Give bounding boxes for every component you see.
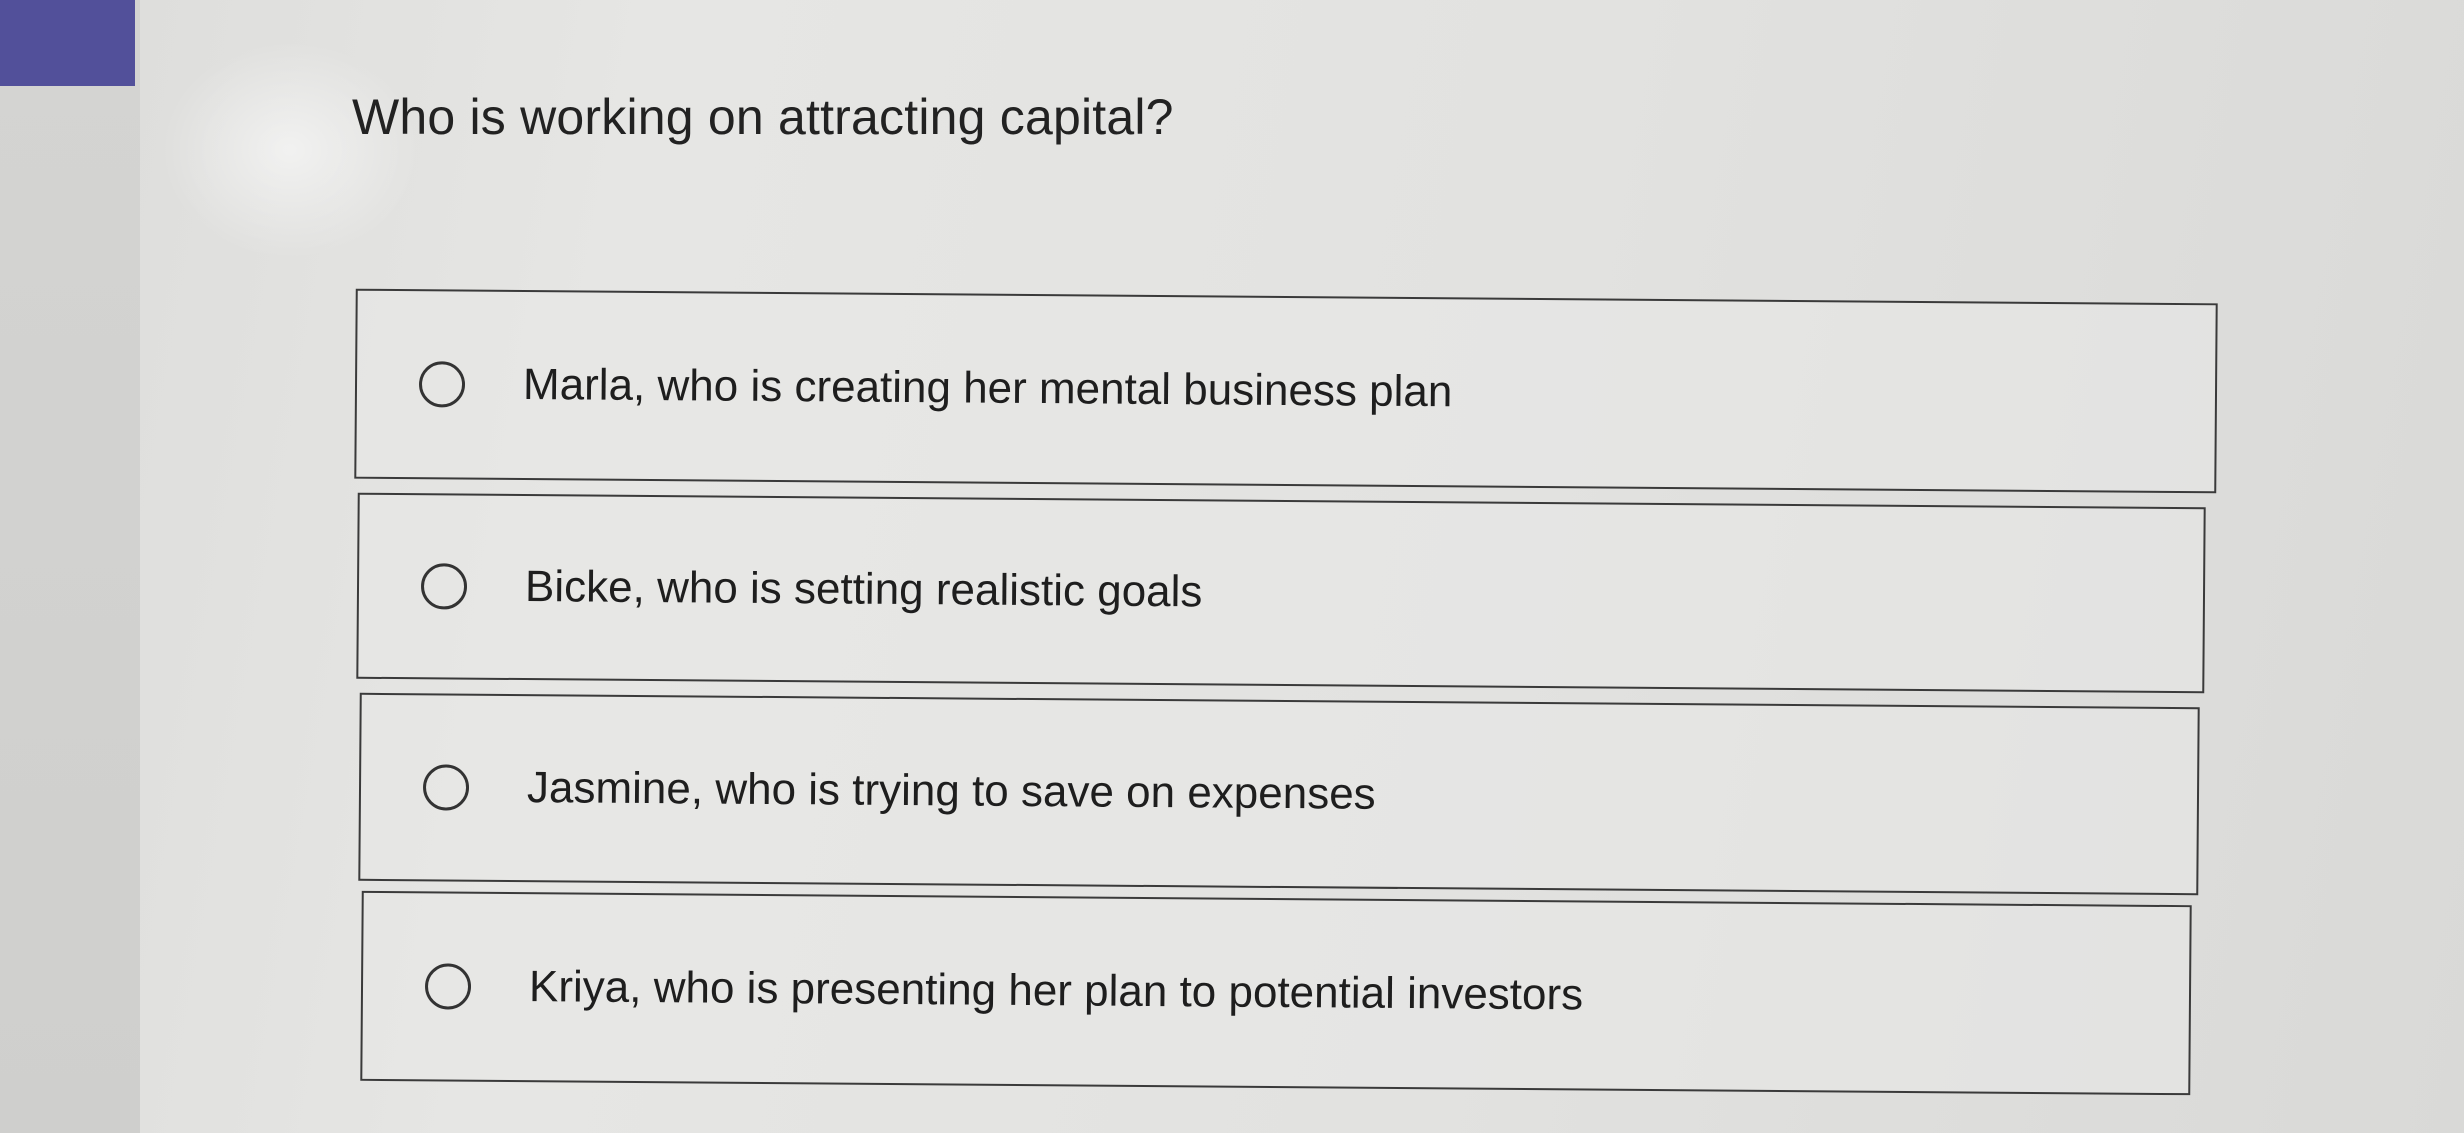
- answer-option-4[interactable]: Kriya, who is presenting her plan to pot…: [360, 890, 2192, 1096]
- screen-glare: [160, 40, 420, 260]
- left-panel-strip: [0, 0, 140, 1133]
- radio-unchecked-icon[interactable]: [420, 563, 468, 610]
- answer-option-label: Jasmine, who is trying to save on expens…: [526, 763, 1376, 819]
- answer-option-3[interactable]: Jasmine, who is trying to save on expens…: [358, 692, 2200, 896]
- answer-option-label: Bicke, who is setting realistic goals: [524, 562, 1203, 617]
- radio-unchecked-icon[interactable]: [424, 963, 472, 1010]
- answer-option-1[interactable]: Marla, who is creating her mental busine…: [354, 288, 2218, 494]
- answer-option-label: Kriya, who is presenting her plan to pot…: [528, 962, 1584, 1020]
- question-text: Who is working on attracting capital?: [352, 89, 1174, 145]
- answer-option-2[interactable]: Bicke, who is setting realistic goals: [356, 492, 2206, 694]
- radio-unchecked-icon[interactable]: [422, 764, 470, 811]
- radio-unchecked-icon[interactable]: [418, 361, 466, 408]
- answer-option-label: Marla, who is creating her mental busine…: [522, 360, 1453, 417]
- accent-tab: [0, 0, 135, 86]
